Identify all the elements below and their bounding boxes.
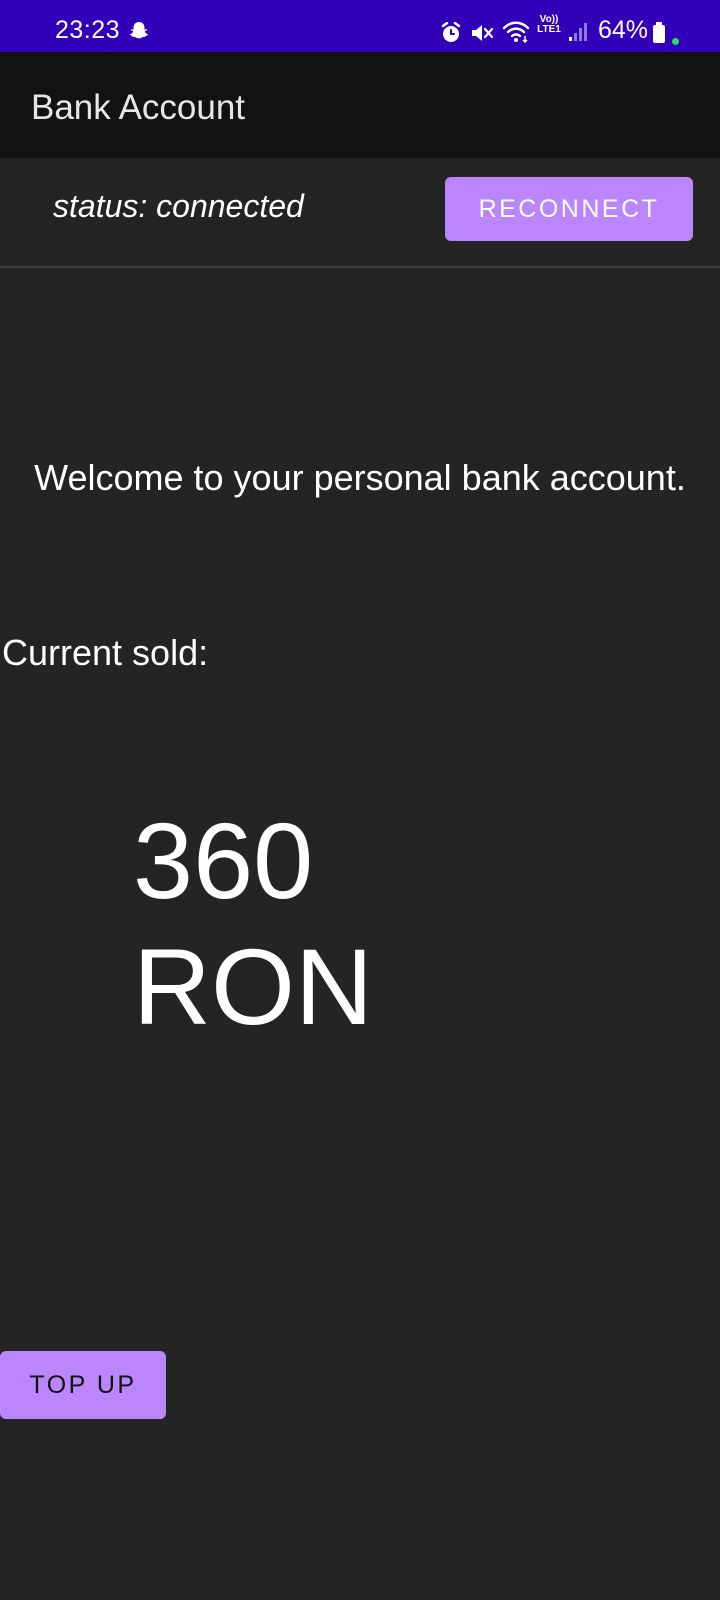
snapchat-icon <box>128 20 150 42</box>
wifi-icon <box>502 20 530 44</box>
battery-percent: 64% <box>598 16 649 44</box>
privacy-indicator-dot <box>672 38 679 45</box>
app-bar: Bank Account <box>0 52 720 158</box>
top-up-button[interactable]: TOP UP <box>0 1351 166 1419</box>
connection-status: status: connected <box>53 188 304 224</box>
welcome-message: Welcome to your personal bank account. <box>34 457 686 498</box>
balance-display: 360 RON <box>133 798 433 1050</box>
volte-icon: Vo)) LTE1 <box>536 15 562 35</box>
alarm-icon <box>440 21 462 44</box>
balance-currency: RON <box>133 926 373 1047</box>
volte-line2: LTE1 <box>537 24 561 35</box>
reconnect-button[interactable]: RECONNECT <box>445 177 693 241</box>
connection-row: status: connected RECONNECT <box>0 158 720 268</box>
battery-icon <box>652 22 666 44</box>
status-time: 23:23 <box>55 16 121 44</box>
balance-amount: 360 <box>133 800 314 921</box>
app-title: Bank Account <box>31 88 246 127</box>
status-bar: 23:23 Vo)) LTE1 64% <box>0 0 720 52</box>
mute-icon <box>470 22 494 44</box>
current-sold-label: Current sold: <box>2 632 209 673</box>
signal-icon <box>568 22 590 42</box>
